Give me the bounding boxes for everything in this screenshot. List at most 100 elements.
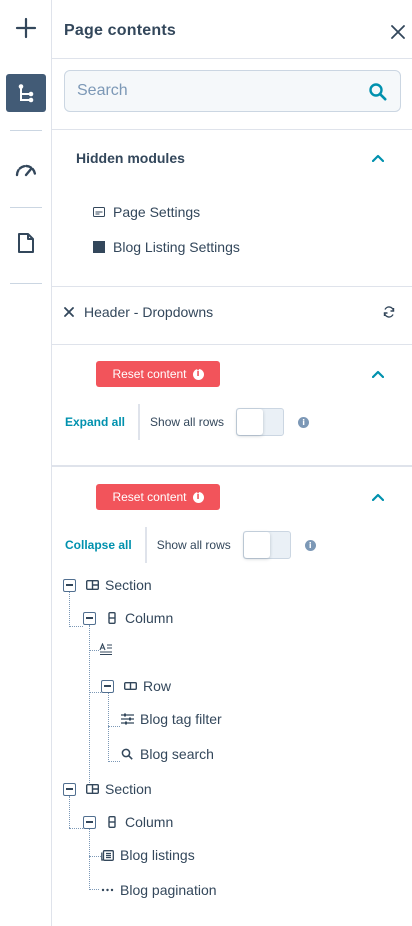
hidden-module-label: Page Settings — [113, 204, 201, 220]
divider — [144, 527, 147, 563]
tree-node-label: Blog search — [140, 746, 214, 762]
tree-line — [89, 692, 101, 693]
tree-node-section[interactable]: Section — [63, 577, 152, 593]
collapse-all-link[interactable]: Collapse all — [65, 538, 132, 552]
header-dropdowns-item[interactable]: Header - Dropdowns — [64, 304, 213, 320]
chevron-up-icon — [372, 493, 384, 501]
chevron-up-icon — [372, 370, 384, 378]
close-icon — [391, 25, 405, 39]
collapse-toggle[interactable] — [83, 815, 96, 829]
tree-node-blog-search[interactable]: Blog search — [120, 746, 214, 762]
tree-node-label: Blog tag filter — [140, 711, 222, 727]
toggle-knob — [237, 409, 264, 435]
expand-all-link[interactable]: Expand all — [65, 415, 125, 429]
rail-divider — [10, 207, 42, 208]
column-icon — [105, 611, 119, 625]
tree-node-label: Section — [105, 781, 152, 797]
tree-node-label: Blog listings — [120, 847, 195, 863]
tree-line — [108, 692, 109, 762]
tree-line — [108, 761, 120, 762]
show-all-rows-toggle[interactable] — [236, 408, 285, 436]
tree-node-blog-pagination[interactable]: Blog pagination — [100, 882, 217, 898]
collapse-toggle[interactable] — [101, 679, 114, 693]
tree-line — [69, 626, 83, 627]
sync-icon[interactable] — [382, 305, 396, 319]
settings-chip-icon — [92, 205, 106, 219]
speedometer-icon — [15, 164, 37, 177]
show-all-rows-toggle[interactable] — [242, 531, 291, 559]
search-box — [64, 70, 401, 112]
show-all-rows-label: Show all rows — [150, 415, 225, 429]
divider — [138, 404, 141, 440]
tree-node-row[interactable]: Row — [101, 678, 171, 694]
rail-divider — [10, 283, 42, 284]
tree-node-label: Blog pagination — [120, 882, 217, 898]
hidden-module-blog-listing-settings[interactable]: Blog Listing Settings — [92, 239, 240, 255]
divider — [52, 286, 412, 287]
square-icon — [92, 240, 106, 254]
x-icon — [64, 307, 76, 317]
tree-line — [69, 592, 70, 627]
panel-title: Page contents — [64, 22, 176, 39]
hidden-module-label: Blog Listing Settings — [113, 239, 240, 255]
search-button[interactable] — [368, 82, 388, 102]
search-icon — [369, 83, 387, 101]
collapse-hidden-modules-button[interactable] — [370, 150, 386, 166]
divider — [52, 465, 412, 467]
page-contents-panel: Page contents Hidden modules Page Settin… — [52, 0, 412, 926]
filter-sliders-icon — [120, 712, 134, 726]
section-icon — [85, 782, 99, 796]
tree-node-blog-tag-filter[interactable]: Blog tag filter — [120, 711, 222, 727]
tree-node-column[interactable]: Column — [83, 610, 173, 626]
tree-node-label: Section — [105, 577, 152, 593]
close-button[interactable] — [388, 22, 408, 42]
collapse-toggle[interactable] — [63, 782, 76, 796]
tree-line — [89, 828, 90, 890]
reset-content-button[interactable]: Reset content i — [96, 361, 220, 387]
page-settings-button[interactable] — [6, 224, 46, 262]
reset-content-button[interactable]: Reset content i — [96, 484, 220, 510]
group-controls: Expand all Show all rows i — [65, 404, 310, 440]
tree-line — [108, 726, 120, 727]
rail-divider — [10, 130, 42, 131]
group-controls: Collapse all Show all rows i — [65, 527, 316, 563]
rich-text-icon — [99, 642, 113, 656]
tree-node-blog-listings[interactable]: Blog listings — [100, 847, 195, 863]
collapse-toggle[interactable] — [83, 611, 96, 625]
chevron-up-icon — [372, 154, 384, 162]
divider — [52, 129, 412, 130]
tree-line — [69, 828, 83, 829]
reset-content-label: Reset content — [112, 367, 187, 381]
tree-node-section[interactable]: Section — [63, 781, 152, 797]
tree-structure-icon — [18, 84, 34, 103]
show-all-rows-label: Show all rows — [156, 538, 231, 552]
collapse-group-button[interactable] — [370, 366, 386, 382]
section-icon — [85, 578, 99, 592]
hidden-module-page-settings[interactable]: Page Settings — [92, 204, 200, 220]
reset-content-label: Reset content — [112, 490, 187, 504]
plus-icon — [15, 17, 37, 39]
search-input[interactable] — [77, 71, 357, 111]
collapse-group-button[interactable] — [370, 489, 386, 505]
info-icon: i — [192, 491, 204, 503]
info-icon[interactable]: i — [304, 539, 316, 551]
left-rail — [0, 0, 52, 926]
column-icon — [105, 815, 119, 829]
hidden-modules-title[interactable]: Hidden modules — [76, 150, 185, 166]
collapse-toggle[interactable] — [63, 578, 76, 592]
search-icon — [120, 747, 134, 761]
page-contents-tab[interactable] — [6, 74, 46, 112]
tree-node-rich-text[interactable] — [99, 642, 119, 656]
performance-button[interactable] — [6, 150, 46, 188]
add-button[interactable] — [6, 9, 46, 47]
tree-line — [69, 796, 70, 828]
divider — [52, 58, 412, 59]
tree-line — [89, 625, 90, 785]
tree-line — [89, 650, 99, 651]
info-icon[interactable]: i — [298, 416, 310, 428]
tree-node-label: Column — [125, 814, 174, 830]
tree-node-column[interactable]: Column — [83, 814, 173, 830]
tree-node-label: Row — [143, 678, 172, 694]
ellipsis-icon — [100, 883, 114, 897]
blog-listing-icon — [100, 848, 114, 862]
